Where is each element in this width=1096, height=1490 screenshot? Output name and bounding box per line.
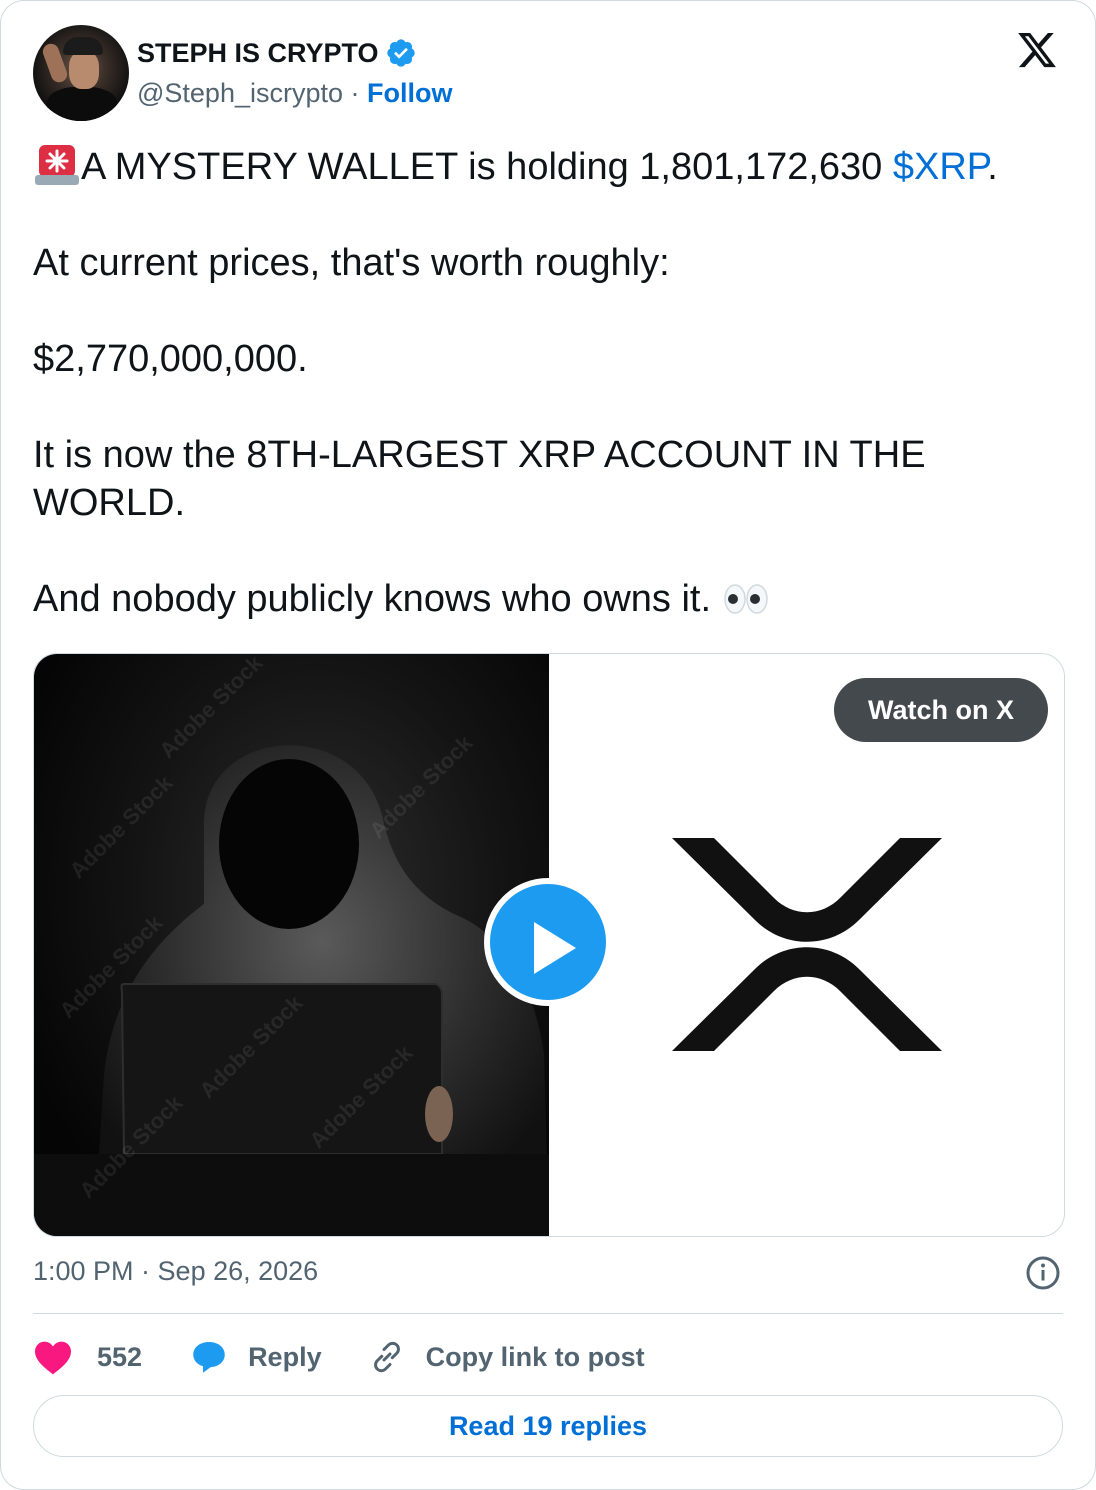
tweet-line-5-text: And nobody publicly knows who owns it.	[33, 578, 722, 620]
tweet-line-1-suffix: .	[987, 146, 998, 188]
eyes-emoji-icon	[723, 584, 768, 614]
info-icon[interactable]	[1025, 1255, 1061, 1291]
hooded-figure-image: Adobe Stock Adobe Stock Adobe Stock Adob…	[34, 654, 549, 1236]
x-logo-icon[interactable]	[1015, 29, 1059, 71]
reply-button[interactable]: Reply	[190, 1339, 322, 1375]
tweet-line-1: A MYSTERY WALLET is holding 1,801,172,63…	[33, 141, 1073, 191]
author-info: STEPH IS CRYPTO @Steph_iscrypto · Follow	[137, 33, 453, 113]
follow-button[interactable]: Follow	[367, 78, 452, 108]
verified-badge-icon	[386, 39, 415, 67]
tweet-text: A MYSTERY WALLET is holding 1,801,172,63…	[33, 141, 1073, 623]
heart-icon	[35, 1341, 71, 1375]
like-button[interactable]: 552	[33, 1339, 142, 1375]
handle-row: @Steph_iscrypto · Follow	[137, 73, 453, 113]
play-icon	[534, 922, 576, 974]
author-name[interactable]: STEPH IS CRYPTO	[137, 38, 379, 69]
separator-dot: ·	[350, 78, 360, 108]
action-bar: 552 Reply Copy link to post	[33, 1329, 645, 1385]
avatar[interactable]	[33, 25, 129, 121]
play-button[interactable]	[484, 878, 612, 1006]
link-icon	[373, 1341, 400, 1373]
reply-bubble-icon	[193, 1342, 225, 1373]
video-media[interactable]: Adobe Stock Adobe Stock Adobe Stock Adob…	[33, 653, 1065, 1237]
author-name-row: STEPH IS CRYPTO	[137, 33, 453, 73]
tweet-timestamp[interactable]: 1:00 PM · Sep 26, 2026	[33, 1256, 318, 1286]
reply-label: Reply	[248, 1341, 322, 1372]
watch-on-x-button[interactable]: Watch on X	[834, 678, 1048, 742]
tweet-embed-card: STEPH IS CRYPTO @Steph_iscrypto · Follow	[0, 0, 1096, 1490]
tweet-line-5: And nobody publicly knows who owns it.	[33, 575, 1073, 623]
read-replies-button[interactable]: Read 19 replies	[33, 1395, 1063, 1457]
divider	[33, 1313, 1063, 1314]
copy-link-button[interactable]: Copy link to post	[368, 1339, 645, 1375]
copy-link-label: Copy link to post	[425, 1341, 645, 1372]
tweet-header: STEPH IS CRYPTO @Steph_iscrypto · Follow	[33, 25, 453, 121]
tweet-line-1-text: A MYSTERY WALLET is holding 1,801,172,63…	[81, 146, 893, 188]
xrp-cashtag-link[interactable]: $XRP	[893, 146, 987, 188]
tweet-line-3: $2,770,000,000.	[33, 338, 308, 380]
author-handle[interactable]: @Steph_iscrypto	[137, 78, 343, 108]
tweet-meta-row: 1:00 PM · Sep 26, 2026	[33, 1249, 1063, 1293]
siren-emoji-icon	[35, 145, 79, 185]
like-count: 552	[97, 1341, 143, 1372]
tweet-line-2: At current prices, that's worth roughly:	[33, 242, 670, 284]
tweet-line-4: It is now the 8TH-LARGEST XRP ACCOUNT IN…	[33, 434, 926, 524]
